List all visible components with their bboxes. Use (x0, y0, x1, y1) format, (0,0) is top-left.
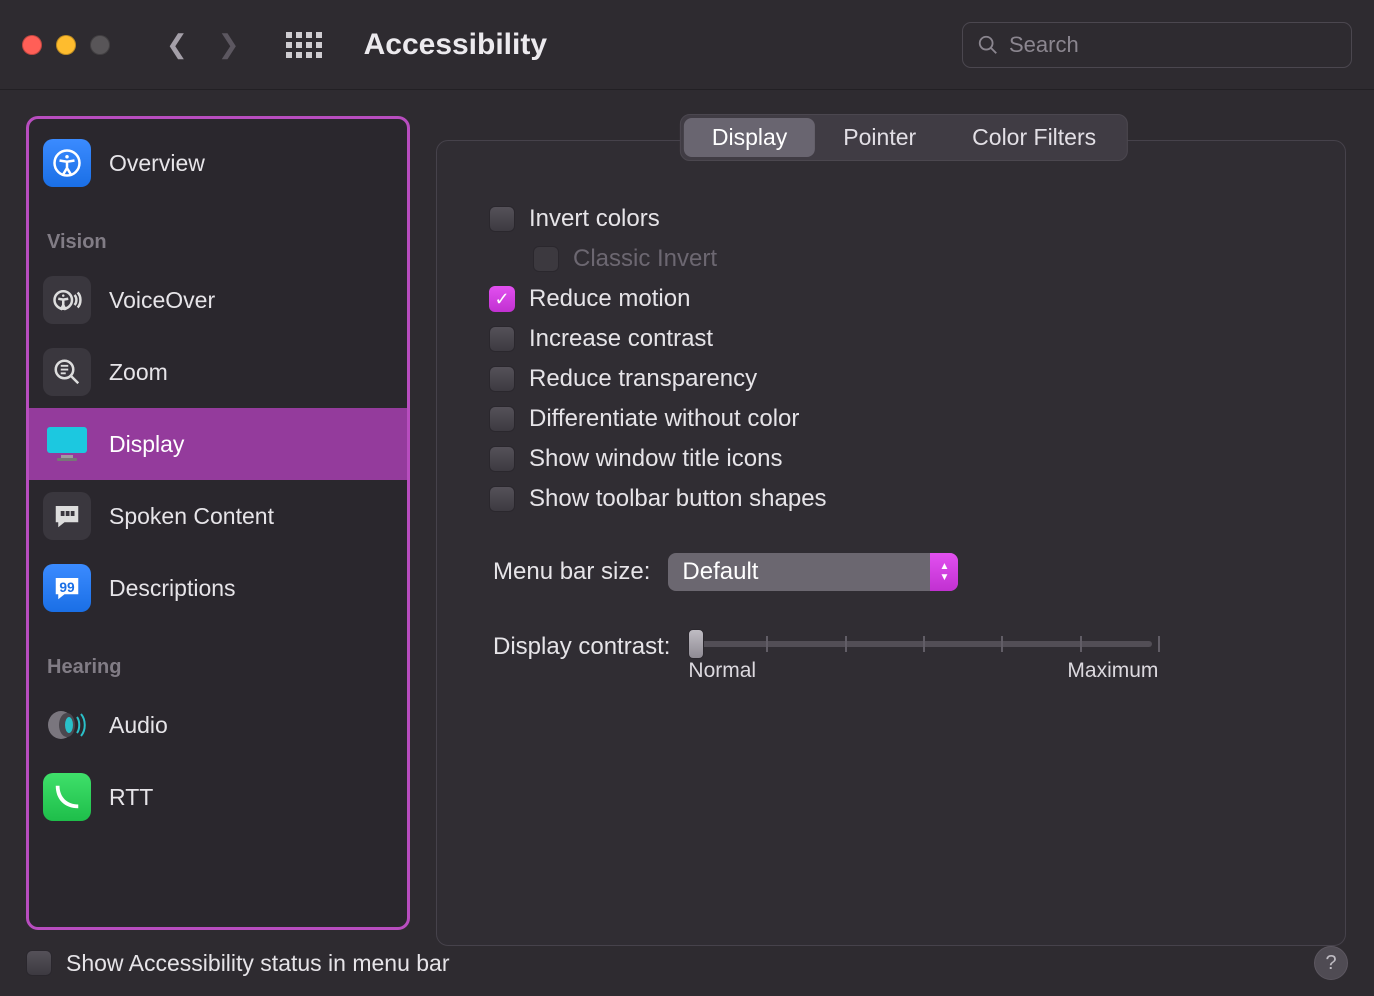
menu-bar-size-label: Menu bar size: (493, 558, 650, 586)
checkbox-label: Show toolbar button shapes (529, 485, 827, 513)
help-icon: ? (1325, 952, 1336, 975)
zoom-icon (43, 348, 91, 396)
tab-bar: Display Pointer Color Filters (680, 114, 1128, 161)
checkbox-icon (26, 950, 52, 976)
slider-tick (845, 636, 847, 652)
slider-tick (1158, 636, 1160, 652)
titlebar: ❮ ❯ Accessibility Search (0, 0, 1374, 90)
close-window-button[interactable] (22, 35, 42, 55)
audio-icon (43, 701, 91, 749)
checkbox-icon (489, 486, 515, 512)
checkbox-show-accessibility-status[interactable]: Show Accessibility status in menu bar (26, 944, 450, 983)
sidebar-label: Audio (109, 712, 168, 739)
sidebar-label: VoiceOver (109, 287, 215, 314)
menu-bar-size-select[interactable]: Default ▲▼ (668, 553, 958, 591)
sidebar-item-spoken-content[interactable]: Spoken Content (29, 480, 407, 552)
search-field[interactable]: Search (962, 22, 1352, 68)
rtt-icon (43, 773, 91, 821)
accessibility-icon (43, 139, 91, 187)
checkbox-label: Classic Invert (573, 245, 717, 273)
checkbox-show-toolbar-shapes[interactable]: Show toolbar button shapes (489, 479, 1305, 519)
sidebar-item-zoom[interactable]: Zoom (29, 336, 407, 408)
sidebar-label: Overview (109, 150, 205, 177)
svg-text:99: 99 (59, 580, 75, 595)
descriptions-icon: 99 (43, 564, 91, 612)
search-icon (977, 34, 999, 56)
slider-tick (1080, 636, 1082, 652)
show-all-prefs-button[interactable] (286, 32, 322, 58)
sidebar-item-display[interactable]: Display (29, 408, 407, 480)
checkbox-label: Invert colors (529, 205, 660, 233)
sidebar-heading-vision: Vision (29, 199, 407, 264)
sidebar-label: Spoken Content (109, 503, 274, 530)
spoken-content-icon (43, 492, 91, 540)
display-icon (43, 420, 91, 468)
select-stepper-icon: ▲▼ (930, 553, 958, 591)
sidebar-label: Descriptions (109, 575, 236, 602)
display-contrast-label: Display contrast: (493, 633, 670, 661)
sidebar-item-audio[interactable]: Audio (29, 689, 407, 761)
checkbox-increase-contrast[interactable]: Increase contrast (489, 319, 1305, 359)
checkbox-label: Differentiate without color (529, 405, 799, 433)
checkbox-reduce-motion[interactable]: ✓ Reduce motion (489, 279, 1305, 319)
window-title: Accessibility (364, 28, 946, 62)
bottom-bar: Show Accessibility status in menu bar ? (0, 930, 1374, 996)
voiceover-icon (43, 276, 91, 324)
sidebar-label: Display (109, 431, 184, 458)
sidebar-label: RTT (109, 784, 153, 811)
menu-bar-size-value: Default (682, 558, 758, 586)
display-contrast-slider[interactable] (688, 633, 1158, 655)
sidebar-item-rtt[interactable]: RTT (29, 761, 407, 821)
checkbox-icon (489, 446, 515, 472)
checkbox-icon (489, 406, 515, 432)
slider-tick (766, 636, 768, 652)
checkbox-label: Reduce transparency (529, 365, 757, 393)
checkbox-checked-icon: ✓ (489, 286, 515, 312)
checkbox-diff-without-color[interactable]: Differentiate without color (489, 399, 1305, 439)
sidebar-item-voiceover[interactable]: VoiceOver (29, 264, 407, 336)
sidebar-item-overview[interactable]: Overview (29, 119, 407, 199)
slider-tick (923, 636, 925, 652)
search-placeholder: Search (1009, 32, 1079, 58)
forward-button: ❯ (218, 29, 240, 60)
checkbox-icon (489, 206, 515, 232)
back-button[interactable]: ❮ (166, 29, 188, 60)
checkbox-reduce-transparency[interactable]: Reduce transparency (489, 359, 1305, 399)
checkbox-icon (489, 366, 515, 392)
help-button[interactable]: ? (1314, 946, 1348, 980)
slider-max-label: Maximum (1067, 659, 1158, 683)
checkbox-label: Show Accessibility status in menu bar (66, 950, 450, 977)
checkbox-icon (533, 246, 559, 272)
window-controls (22, 35, 110, 55)
main-panel: Display Pointer Color Filters Invert col… (436, 116, 1372, 930)
checkbox-invert-colors[interactable]: Invert colors (489, 199, 1305, 239)
checkbox-show-title-icons[interactable]: Show window title icons (489, 439, 1305, 479)
sidebar-label: Zoom (109, 359, 168, 386)
sidebar-heading-hearing: Hearing (29, 624, 407, 689)
minimize-window-button[interactable] (56, 35, 76, 55)
sidebar-item-descriptions[interactable]: 99 Descriptions (29, 552, 407, 624)
checkbox-classic-invert: Classic Invert (533, 239, 1305, 279)
checkbox-label: Show window title icons (529, 445, 782, 473)
tab-pointer[interactable]: Pointer (815, 118, 944, 157)
checkbox-label: Increase contrast (529, 325, 713, 353)
slider-min-label: Normal (688, 659, 756, 683)
slider-knob[interactable] (688, 629, 704, 659)
checkbox-label: Reduce motion (529, 285, 690, 313)
sidebar: Overview Vision VoiceOver Zoom Display (26, 116, 410, 930)
zoom-window-button[interactable] (90, 35, 110, 55)
tab-color-filters[interactable]: Color Filters (944, 118, 1124, 157)
nav-arrows: ❮ ❯ (166, 29, 240, 60)
display-settings-panel: Invert colors Classic Invert ✓ Reduce mo… (436, 140, 1346, 946)
slider-tick (1001, 636, 1003, 652)
tab-display[interactable]: Display (684, 118, 815, 157)
checkbox-icon (489, 326, 515, 352)
